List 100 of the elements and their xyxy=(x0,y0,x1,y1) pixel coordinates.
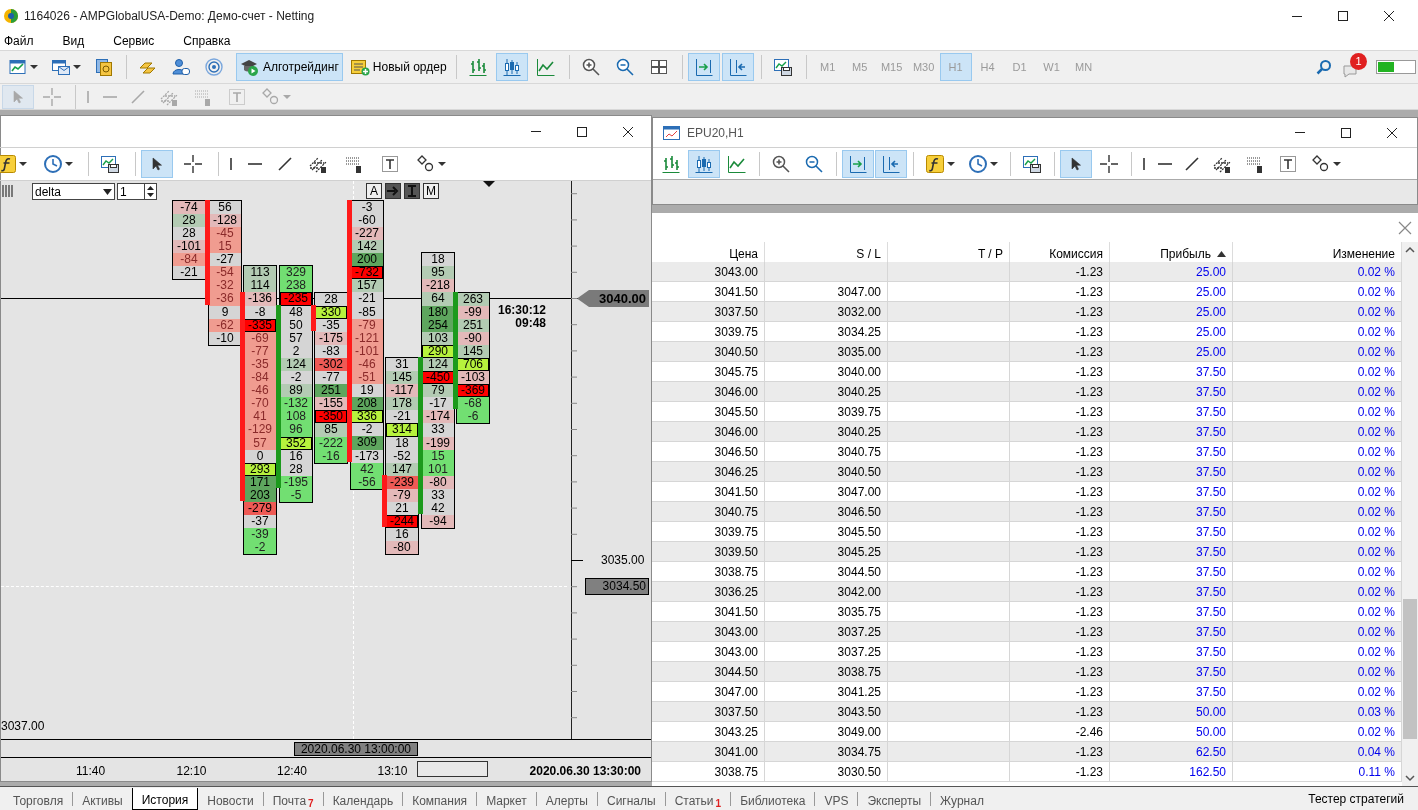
bottom-tab[interactable]: Маркет xyxy=(477,787,536,810)
table-cell: 0.02 % xyxy=(1233,422,1402,442)
close-panel-button[interactable] xyxy=(1398,220,1412,235)
period-spinner[interactable]: 1 xyxy=(117,183,157,200)
table-cell: 0.02 % xyxy=(1233,562,1402,582)
table-cell: 37.50 xyxy=(1110,622,1233,642)
table-cell: 3045.25 xyxy=(765,542,888,562)
vertical-line-icon xyxy=(230,158,232,170)
user-cloud-icon xyxy=(171,57,191,77)
footprint-cell: 64 xyxy=(422,292,454,306)
table-cell: 0.02 % xyxy=(1233,342,1402,362)
bottom-tab[interactable]: Журнал xyxy=(931,787,993,810)
table-cell: 0.02 % xyxy=(1233,622,1402,642)
table-cell: 25.00 xyxy=(1110,302,1233,322)
indicator-dropdown[interactable]: delta xyxy=(32,183,115,200)
bottom-tab[interactable]: Сигналы xyxy=(598,787,665,810)
scroll-end-button[interactable] xyxy=(842,149,874,178)
candlestick-button[interactable] xyxy=(495,53,528,81)
new-order-button[interactable]: Новый ордер xyxy=(345,53,451,81)
footprint-cell: -218 xyxy=(422,279,454,293)
line-chart-icon xyxy=(535,57,556,77)
chart-shift-button[interactable] xyxy=(875,149,907,178)
mode-button[interactable] xyxy=(404,183,420,199)
close-icon xyxy=(1387,127,1397,138)
scroll-end-button[interactable] xyxy=(687,53,720,81)
table-cell: 3045.50 xyxy=(652,402,765,422)
mode-button[interactable] xyxy=(385,183,401,199)
footprint-cell: -74 xyxy=(173,200,205,214)
footprint-cell: -68 xyxy=(457,397,489,411)
footprint-cell: 251 xyxy=(315,384,347,398)
notifications-button[interactable]: 1 xyxy=(1342,53,1372,81)
table-cell: 3040.25 xyxy=(765,422,888,442)
footprint-cell: 89 xyxy=(280,384,312,398)
footprint-cell: -350 xyxy=(315,410,347,424)
window-envelope-icon xyxy=(51,57,71,77)
algo-trading-button[interactable]: Алготрейдинг xyxy=(236,53,343,81)
scrollbar[interactable] xyxy=(1402,242,1418,786)
bottom-tab[interactable]: Активы xyxy=(73,787,132,810)
scrollbar-thumb[interactable] xyxy=(1403,599,1417,739)
footprint-cell: 314 xyxy=(386,423,418,437)
strategy-tester-tab[interactable]: Тестер стратегий xyxy=(1294,789,1418,808)
zoom-in-icon xyxy=(771,153,791,174)
bottom-tab[interactable]: Библиотека xyxy=(731,787,815,810)
marker-triangle-icon xyxy=(483,181,495,187)
footprint-cell: -132 xyxy=(280,397,312,411)
trend-line-icon xyxy=(278,157,292,171)
bottom-tab[interactable]: История xyxy=(131,787,199,810)
bottom-tab[interactable]: Календарь xyxy=(323,787,403,810)
text-box-icon xyxy=(380,154,400,174)
maximize-icon xyxy=(1341,127,1351,138)
table-cell: 37.50 xyxy=(1110,562,1233,582)
menu-item[interactable]: Сервис xyxy=(109,32,159,50)
table-cell: 37.50 xyxy=(1110,682,1233,702)
footprint-cell: 336 xyxy=(351,410,383,424)
table-cell: -1.23 xyxy=(1010,302,1110,322)
table-cell: 3037.50 xyxy=(652,702,765,722)
bottom-tab[interactable]: Новости xyxy=(198,787,263,810)
mode-button[interactable]: A xyxy=(366,183,382,199)
table-cell: 3038.75 xyxy=(652,762,765,782)
scroll-box[interactable] xyxy=(417,761,488,777)
mode-button[interactable]: M xyxy=(423,183,439,199)
footprint-cell: 113 xyxy=(244,266,276,280)
cursor-button[interactable] xyxy=(141,150,173,178)
table-cell: 3039.75 xyxy=(652,322,765,342)
table-cell: -1.23 xyxy=(1010,282,1110,302)
bottom-tab[interactable]: VPS xyxy=(815,787,858,810)
table-cell: -1.23 xyxy=(1010,642,1110,662)
table-cell: 3046.00 xyxy=(652,382,765,402)
table-cell: 3041.50 xyxy=(652,482,765,502)
chart-shift-icon xyxy=(881,153,901,174)
chart-shift-button[interactable] xyxy=(721,53,754,81)
bottom-tab[interactable]: Эксперты xyxy=(858,787,931,810)
table-cell: 3047.00 xyxy=(765,282,888,302)
menu-item[interactable]: Вид xyxy=(58,32,89,50)
crosshair-price-label: 3034.50 xyxy=(585,578,649,596)
bottom-tab[interactable]: Торговля xyxy=(4,787,73,810)
table-cell: -1.23 xyxy=(1010,742,1110,762)
footprint-cell: -6 xyxy=(457,410,489,424)
cursor-button[interactable] xyxy=(1060,149,1092,178)
menu-item[interactable]: Файл xyxy=(0,32,38,50)
table-cell: 37.50 xyxy=(1110,502,1233,522)
footprint-cell: -32 xyxy=(209,279,241,293)
bottom-tab[interactable]: Компания xyxy=(403,787,477,810)
table-cell: 0.02 % xyxy=(1233,402,1402,422)
zoom-in-icon xyxy=(580,57,601,77)
candlestick-button[interactable] xyxy=(688,149,720,178)
crosshair-icon xyxy=(183,154,203,174)
cursor-icon xyxy=(152,157,162,171)
table-cell: 3045.50 xyxy=(765,522,888,542)
time-label: 12:10 xyxy=(176,763,207,780)
table-cell: 0.02 % xyxy=(1233,502,1402,522)
bottom-tab[interactable]: Алерты xyxy=(536,787,597,810)
table-cell: 0.02 % xyxy=(1233,262,1402,282)
footprint-cell: 85 xyxy=(315,423,347,437)
table-cell: 25.00 xyxy=(1110,322,1233,342)
table-cell: 3040.75 xyxy=(765,442,888,462)
menu-item[interactable]: Справка xyxy=(179,32,235,50)
footprint-cell: 79 xyxy=(422,384,454,398)
footprint-cell: -36 xyxy=(209,292,241,306)
table-cell: 0.02 % xyxy=(1233,302,1402,322)
